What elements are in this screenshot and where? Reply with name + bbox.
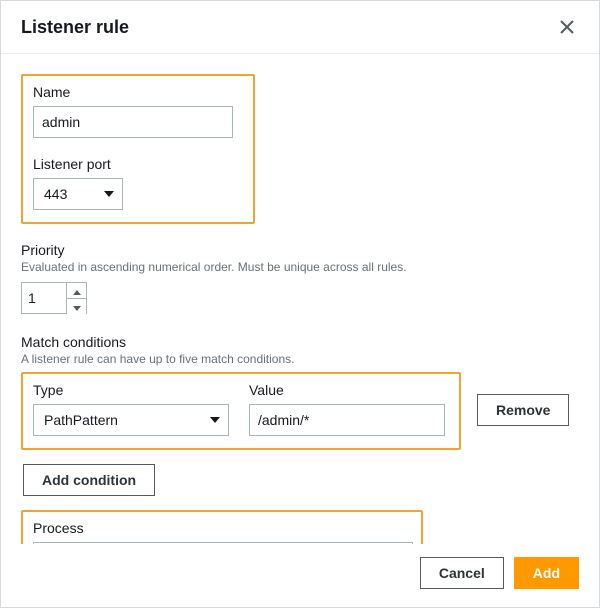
listener-rule-modal: Listener rule Name Listener port 443 <box>0 0 600 608</box>
condition-group: Type PathPattern Value <box>21 372 461 450</box>
priority-help: Evaluated in ascending numerical order. … <box>21 260 579 274</box>
close-button[interactable] <box>555 15 579 39</box>
type-select[interactable]: PathPattern <box>33 404 229 436</box>
cancel-button[interactable]: Cancel <box>420 557 504 589</box>
modal-header: Listener rule <box>1 1 599 54</box>
value-input[interactable] <box>249 404 445 436</box>
close-icon <box>559 23 575 38</box>
process-select[interactable]: admin <box>33 542 413 544</box>
add-condition-wrap: Add condition <box>23 464 579 496</box>
listener-port-row: Listener port 443 <box>33 156 243 210</box>
add-button[interactable]: Add <box>514 557 579 589</box>
priority-row: Priority Evaluated in ascending numerica… <box>21 242 579 314</box>
listener-port-label: Listener port <box>33 156 243 172</box>
listener-port-value: 443 <box>44 186 67 202</box>
value-column: Value <box>249 382 445 436</box>
name-port-group: Name Listener port 443 <box>21 74 255 224</box>
match-conditions-help: A listener rule can have up to five matc… <box>21 352 579 366</box>
type-value: PathPattern <box>44 412 118 428</box>
process-label: Process <box>33 520 411 536</box>
modal-body: Name Listener port 443 Priority Evaluate… <box>1 54 599 544</box>
caret-down-icon <box>210 417 220 423</box>
priority-step-up[interactable] <box>67 283 86 299</box>
caret-down-icon <box>104 191 114 197</box>
listener-port-select[interactable]: 443 <box>33 178 123 210</box>
priority-step-down[interactable] <box>67 299 86 314</box>
name-label: Name <box>33 84 243 100</box>
modal-footer: Cancel Add <box>1 544 599 607</box>
remove-wrap: Remove <box>477 372 569 426</box>
chevron-down-icon <box>73 299 81 314</box>
match-conditions-label: Match conditions <box>21 334 579 350</box>
priority-spin <box>66 283 86 313</box>
name-input[interactable] <box>33 106 233 138</box>
type-column: Type PathPattern <box>33 382 229 436</box>
type-label: Type <box>33 382 229 398</box>
match-conditions-section: Match conditions A listener rule can hav… <box>21 334 579 496</box>
priority-stepper[interactable] <box>21 282 87 314</box>
priority-label: Priority <box>21 242 579 258</box>
priority-input[interactable] <box>22 283 66 313</box>
remove-button[interactable]: Remove <box>477 394 569 426</box>
modal-title: Listener rule <box>21 17 129 38</box>
match-condition-row: Type PathPattern Value Remo <box>21 372 579 450</box>
add-condition-button[interactable]: Add condition <box>23 464 155 496</box>
value-label: Value <box>249 382 445 398</box>
chevron-up-icon <box>73 283 81 298</box>
name-field-row: Name <box>33 84 243 138</box>
process-group: Process admin <box>21 510 423 544</box>
